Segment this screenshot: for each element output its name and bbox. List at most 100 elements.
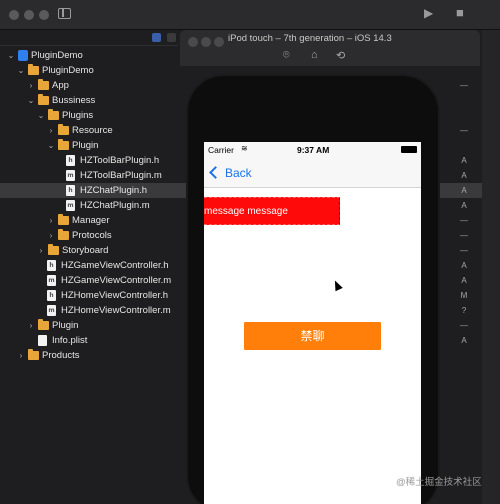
rotate-icon[interactable]: ⟲ xyxy=(336,49,345,62)
home-icon[interactable]: ⌂ xyxy=(311,49,318,61)
folder-icon xyxy=(58,124,69,135)
tree-item-label: PluginDemo xyxy=(31,50,83,61)
scm-status: M xyxy=(460,291,468,300)
xcode-window: ▶ ■ ⌄ PluginDemo M ⌄ PluginDemo › App — xyxy=(0,0,500,504)
wifi-icon: ≋ xyxy=(241,144,248,153)
editor-gutter-strip xyxy=(482,30,500,504)
simulator-title: iPod touch – 7th generation – iOS 14.3 xyxy=(228,33,392,44)
tree-item-label: Plugins xyxy=(62,110,94,121)
close-window-button[interactable] xyxy=(9,10,19,20)
chevron-left-icon xyxy=(209,166,222,179)
plist-file-icon xyxy=(38,335,47,346)
scm-status: — xyxy=(460,81,468,90)
mute-chat-button[interactable]: 禁聊 xyxy=(244,322,381,350)
folder-icon xyxy=(48,109,59,120)
back-button-label: Back xyxy=(225,166,252,180)
back-button[interactable]: Back xyxy=(208,164,252,182)
implementation-file-icon: m xyxy=(47,305,56,316)
folder-icon xyxy=(38,319,49,330)
minimize-window-button[interactable] xyxy=(24,10,34,20)
chevron-right-icon[interactable]: › xyxy=(37,243,45,258)
scm-status: — xyxy=(460,321,468,330)
chevron-right-icon[interactable]: › xyxy=(27,78,35,93)
chevron-down-icon[interactable]: ⌄ xyxy=(47,138,55,153)
tree-item-label: HZHomeViewController.h xyxy=(61,290,169,301)
folder-icon xyxy=(48,244,59,255)
folder-icon xyxy=(38,79,49,90)
clock-label: 9:37 AM xyxy=(297,145,330,155)
tree-item-label: HZGameViewController.m xyxy=(61,275,172,286)
chevron-down-icon[interactable]: ⌄ xyxy=(17,63,25,78)
tree-item-label: PluginDemo xyxy=(42,65,94,76)
scm-status: — xyxy=(460,231,468,240)
folder-icon xyxy=(28,64,39,75)
ios-status-bar: Carrier ≋ 9:37 AM xyxy=(204,142,421,158)
simulator-zoom-button[interactable] xyxy=(214,37,224,47)
simulator-titlebar: iPod touch – 7th generation – iOS 14.3 ⌾… xyxy=(180,30,480,66)
carrier-label: Carrier xyxy=(208,145,234,155)
watermark: @稀土掘金技术社区 xyxy=(396,477,482,488)
chevron-down-icon[interactable]: ⌄ xyxy=(7,48,15,63)
folder-icon xyxy=(38,94,49,105)
header-file-icon: h xyxy=(66,155,75,166)
tree-item-label: Manager xyxy=(72,215,110,226)
scm-status: — xyxy=(460,246,468,255)
sidebar-toggle-icon[interactable] xyxy=(58,8,71,19)
folder-icon xyxy=(58,214,69,225)
folder-icon xyxy=(28,349,39,360)
tree-item-label: App xyxy=(52,80,69,91)
tree-item-label: Info.plist xyxy=(52,335,88,346)
tree-item-label: Bussiness xyxy=(52,95,96,106)
tree-item-label: HZHomeViewController.m xyxy=(61,305,171,316)
folder-icon xyxy=(58,229,69,240)
scm-status: A xyxy=(461,336,467,345)
tree-item-label: Protocols xyxy=(72,230,112,241)
scm-status: — xyxy=(460,126,468,135)
scm-status: — xyxy=(460,216,468,225)
device-screen: Carrier ≋ 9:37 AM Back message message 禁… xyxy=(204,142,421,504)
play-icon[interactable]: ▶ xyxy=(424,6,433,20)
header-file-icon: h xyxy=(66,185,75,196)
tree-item-label: HZChatPlugin.h xyxy=(80,185,148,196)
scm-status: A xyxy=(461,186,467,195)
navigator-tab-bar xyxy=(0,30,178,46)
zoom-window-button[interactable] xyxy=(39,10,49,20)
scm-status: A xyxy=(461,276,467,285)
scm-status: ? xyxy=(461,306,467,315)
tree-item-label: Storyboard xyxy=(62,245,109,256)
chevron-right-icon[interactable]: › xyxy=(17,348,25,363)
chevron-right-icon[interactable]: › xyxy=(47,123,55,138)
chevron-down-icon[interactable]: ⌄ xyxy=(37,108,45,123)
chevron-down-icon[interactable]: ⌄ xyxy=(27,93,35,108)
simulator-minimize-button[interactable] xyxy=(201,37,211,47)
camera-icon[interactable]: ⌾ xyxy=(283,49,290,62)
chevron-right-icon[interactable]: › xyxy=(27,318,35,333)
folder-icon xyxy=(58,139,69,150)
scm-status: A xyxy=(461,171,467,180)
tree-item-label: HZToolBarPlugin.h xyxy=(80,155,160,166)
xcode-toolbar: ▶ ■ xyxy=(0,0,500,30)
tree-item-label: Resource xyxy=(72,125,113,136)
tree-item-label: Plugin xyxy=(72,140,99,151)
scm-status: A xyxy=(461,261,467,270)
implementation-file-icon: m xyxy=(47,275,56,286)
header-file-icon: h xyxy=(47,260,56,271)
navigation-bar: Back xyxy=(204,158,421,188)
project-navigator-tab[interactable] xyxy=(152,33,161,42)
tree-item-label: Products xyxy=(42,350,80,361)
tree-item-label: HZGameViewController.h xyxy=(61,260,169,271)
tree-item-label: HZToolBarPlugin.m xyxy=(80,170,162,181)
xcode-project-icon xyxy=(18,50,28,61)
scm-status: A xyxy=(461,201,467,210)
chevron-right-icon[interactable]: › xyxy=(47,228,55,243)
source-control-tab[interactable] xyxy=(167,33,176,42)
implementation-file-icon: m xyxy=(66,200,75,211)
tree-item-label: Plugin xyxy=(52,320,79,331)
scm-status: A xyxy=(461,156,467,165)
stop-icon[interactable]: ■ xyxy=(456,5,464,20)
marquee-banner: message message xyxy=(204,197,340,225)
simulator-close-button[interactable] xyxy=(188,37,198,47)
chevron-right-icon[interactable]: › xyxy=(47,213,55,228)
battery-icon xyxy=(401,146,417,153)
header-file-icon: h xyxy=(47,290,56,301)
